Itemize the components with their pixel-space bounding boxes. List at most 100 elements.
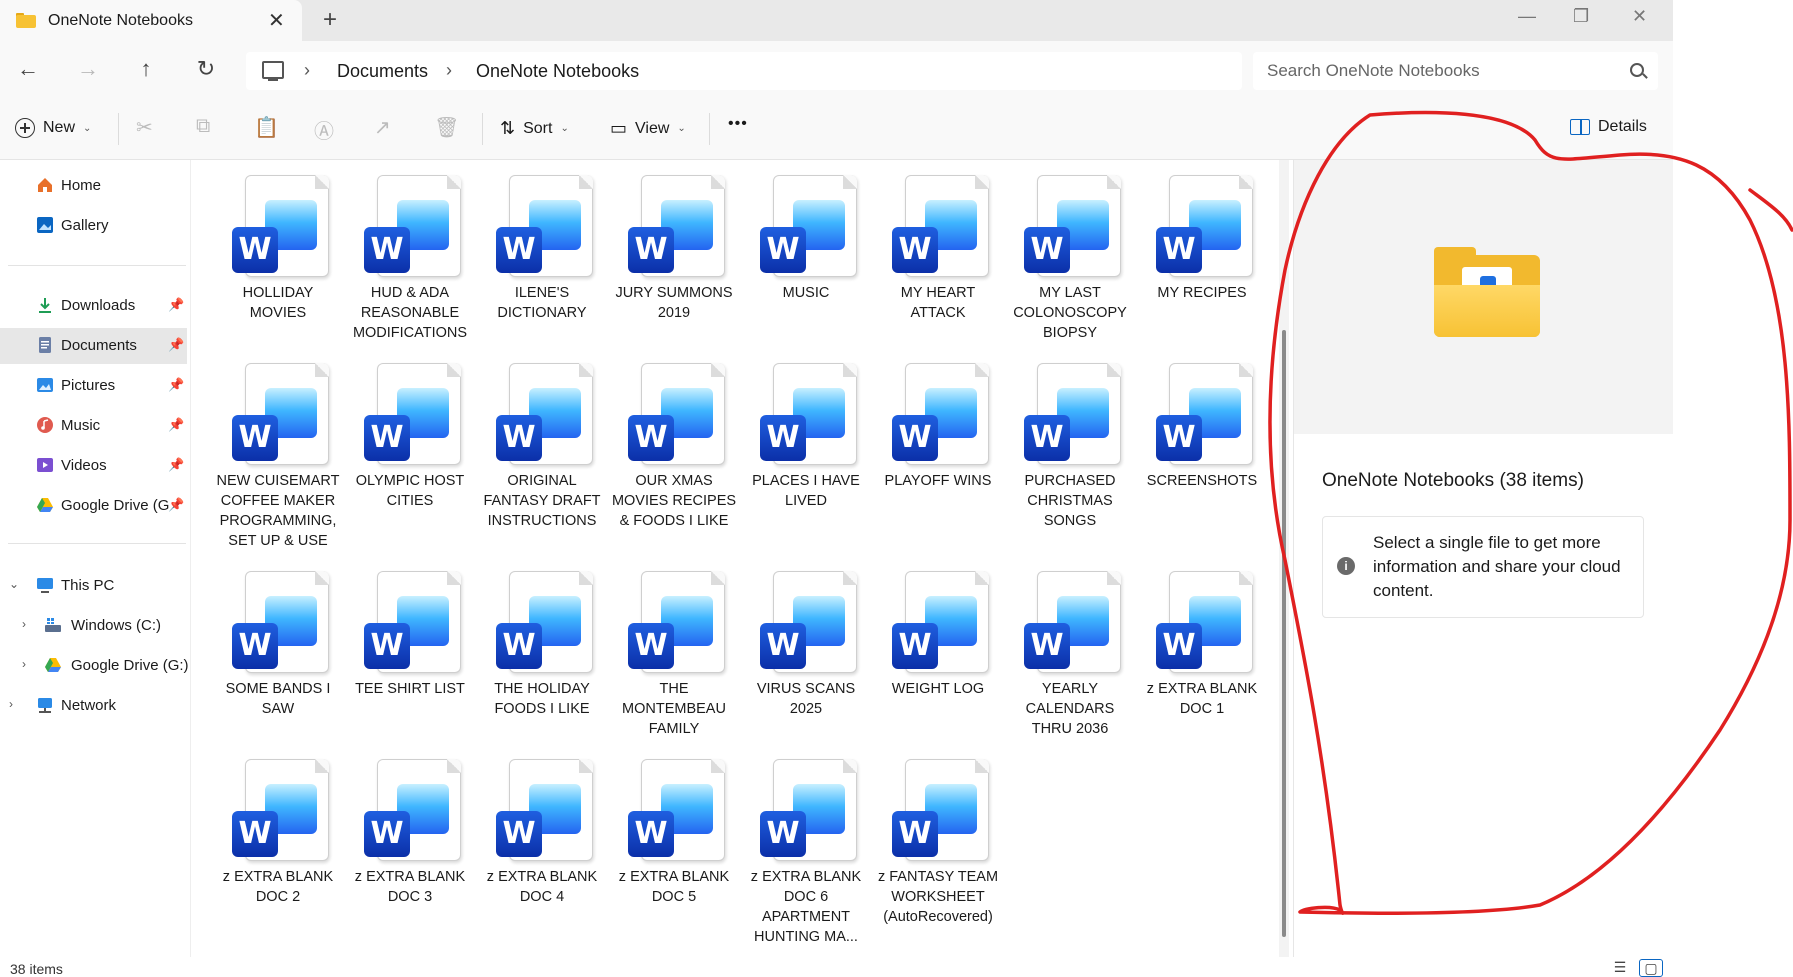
forward-button[interactable]: → xyxy=(73,56,103,82)
pin-icon[interactable]: 📌 xyxy=(168,337,184,353)
file-tile[interactable]: W NEW CUISEMART COFFEE MAKER PROGRAMMING,… xyxy=(213,353,343,549)
copy-icon[interactable]: ⧉ xyxy=(196,115,210,138)
details-button[interactable]: Details xyxy=(1570,118,1647,136)
sidebar-item-windows-c[interactable]: › Windows (C:) xyxy=(0,608,190,644)
view-icon: ▭ xyxy=(610,118,628,138)
delete-icon[interactable]: 🗑 xyxy=(434,115,459,140)
back-button[interactable]: ← xyxy=(13,56,43,82)
details-pane-icon xyxy=(1570,119,1590,135)
file-tile[interactable]: Wz EXTRA BLANK DOC 4 xyxy=(477,749,607,939)
sidebar-item-videos[interactable]: Videos 📌 xyxy=(0,448,190,484)
cut-icon[interactable]: ✂ xyxy=(136,115,153,140)
file-tile[interactable]: W MUSIC xyxy=(741,165,871,355)
new-button[interactable]: New ⌄ xyxy=(15,118,91,138)
scrollbar-thumb[interactable] xyxy=(1282,330,1286,937)
rename-icon[interactable]: Ⓐ xyxy=(314,115,334,144)
share-icon[interactable]: ↗ xyxy=(374,115,391,140)
sidebar-item-gallery[interactable]: Gallery xyxy=(0,208,190,244)
pin-icon[interactable]: 📌 xyxy=(168,377,184,393)
file-tile[interactable]: W HUD & ADA REASONABLE MODIFICATIONS xyxy=(345,165,475,355)
vertical-scrollbar[interactable] xyxy=(1279,160,1289,957)
sidebar-item-home[interactable]: Home xyxy=(0,168,190,204)
file-tile[interactable]: W YEARLY CALENDARS THRU 2036 xyxy=(1005,561,1135,751)
file-tile[interactable]: W ORIGINAL FANTASY DRAFT INSTRUCTIONS xyxy=(477,353,607,543)
details-view-button[interactable]: ☰ xyxy=(1609,959,1631,975)
file-name: z EXTRA BLANK DOC 1 xyxy=(1146,681,1258,717)
file-tile[interactable]: Wz EXTRA BLANK DOC 2 xyxy=(213,749,343,939)
chevron-right-icon[interactable]: › xyxy=(9,697,13,711)
sidebar-item-music[interactable]: Music 📌 xyxy=(0,408,190,444)
sidebar-item-pictures[interactable]: Pictures 📌 xyxy=(0,368,190,404)
file-tile[interactable]: W TEE SHIRT LIST xyxy=(345,561,475,751)
sort-button[interactable]: ⇅ Sort ⌄ xyxy=(500,118,569,139)
close-tab-icon[interactable]: ✕ xyxy=(268,8,285,33)
chevron-down-icon: ⌄ xyxy=(677,123,686,134)
file-tile[interactable]: Wz EXTRA BLANK DOC 5 xyxy=(609,749,739,939)
sidebar-item-google-drive-g[interactable]: › Google Drive (G:) xyxy=(0,648,190,684)
search-input[interactable] xyxy=(1265,60,1609,82)
word-logo-icon: W xyxy=(892,623,938,669)
file-tile[interactable]: W PURCHASED CHRISTMAS SONGS xyxy=(1005,353,1135,543)
up-button[interactable]: ↑ xyxy=(131,56,161,82)
pin-icon[interactable]: 📌 xyxy=(168,417,184,433)
breadcrumb-separator[interactable]: › xyxy=(446,60,452,81)
word-logo-icon: W xyxy=(760,415,806,461)
paste-icon[interactable]: 📋 xyxy=(254,115,279,140)
sidebar-item-downloads[interactable]: Downloads 📌 xyxy=(0,288,190,324)
chevron-right-icon[interactable]: › xyxy=(22,617,26,631)
file-tile[interactable]: W PLACES I HAVE LIVED xyxy=(741,353,871,543)
file-tile[interactable]: W MY HEART ATTACK xyxy=(873,165,1003,355)
breadcrumb-separator[interactable]: › xyxy=(304,60,310,81)
chevron-right-icon[interactable]: › xyxy=(22,657,26,671)
file-tile[interactable]: W ILENE'S DICTIONARY xyxy=(477,165,607,355)
file-tile[interactable]: W PLAYOFF WINS xyxy=(873,353,1003,543)
word-logo-icon: W xyxy=(364,811,410,857)
google-drive-icon xyxy=(37,498,53,512)
file-tile[interactable]: W MY LAST COLONOSCOPY BIOPSY xyxy=(1005,165,1135,355)
pin-icon[interactable]: 📌 xyxy=(168,497,184,513)
breadcrumb-onenote-notebooks[interactable]: OneNote Notebooks xyxy=(476,61,639,82)
file-tile[interactable]: W SCREENSHOTS xyxy=(1137,353,1267,543)
file-tile[interactable]: W WEIGHT LOG xyxy=(873,561,1003,751)
minimize-button[interactable]: — xyxy=(1518,6,1536,27)
sidebar-item-google-drive[interactable]: Google Drive (G 📌 xyxy=(0,488,190,524)
file-tile[interactable]: W OUR XMAS MOVIES RECIPES & FOODS I LIKE xyxy=(609,353,739,543)
address-bar[interactable]: › Documents › OneNote Notebooks xyxy=(246,52,1242,90)
large-icons-view-button[interactable]: ▢ xyxy=(1639,959,1663,977)
file-tile[interactable]: W OLYMPIC HOST CITIES xyxy=(345,353,475,543)
file-tile[interactable]: W THE HOLIDAY FOODS I LIKE xyxy=(477,561,607,751)
chevron-down-icon[interactable]: ⌄ xyxy=(9,577,19,591)
restore-button[interactable]: ❐ xyxy=(1573,6,1589,27)
file-tile[interactable]: Wz FANTASY TEAM WORKSHEET (AutoRecovered… xyxy=(873,749,1003,939)
new-tab-button[interactable]: + xyxy=(323,6,337,34)
file-name: MY RECIPES xyxy=(1157,285,1247,301)
file-tile[interactable]: W JURY SUMMONS 2019 xyxy=(609,165,739,355)
this-pc-icon[interactable] xyxy=(262,61,284,81)
file-tile[interactable]: W MY RECIPES xyxy=(1137,165,1267,355)
more-options-button[interactable]: ••• xyxy=(728,115,748,133)
file-tile[interactable]: Wz EXTRA BLANK DOC 3 xyxy=(345,749,475,939)
file-tile[interactable]: W HOLLIDAY MOVIES xyxy=(213,165,343,355)
breadcrumb-documents[interactable]: Documents xyxy=(337,61,428,82)
tab-onenote-notebooks[interactable]: OneNote Notebooks ✕ xyxy=(0,0,302,41)
chevron-down-icon: ⌄ xyxy=(83,122,92,134)
file-tile[interactable]: Wz EXTRA BLANK DOC 1 xyxy=(1137,561,1267,751)
file-name: NEW CUISEMART COFFEE MAKER PROGRAMMING, … xyxy=(216,473,340,549)
sidebar-item-documents[interactable]: Documents 📌 xyxy=(0,328,187,364)
view-button[interactable]: ▭ View ⌄ xyxy=(610,118,686,139)
file-name: HUD & ADA REASONABLE MODIFICATIONS xyxy=(352,285,468,341)
close-window-button[interactable]: ✕ xyxy=(1632,6,1647,27)
file-tile[interactable]: W THE MONTEMBEAU FAMILY xyxy=(609,561,739,751)
file-tile[interactable]: Wz EXTRA BLANK DOC 6 APARTMENT HUNTING M… xyxy=(741,749,871,945)
file-name: OUR XMAS MOVIES RECIPES & FOODS I LIKE xyxy=(611,473,737,529)
sidebar-item-network[interactable]: › Network xyxy=(0,688,190,724)
sidebar-item-this-pc[interactable]: ⌄ This PC xyxy=(0,568,190,604)
pin-icon[interactable]: 📌 xyxy=(168,457,184,473)
drive-c-icon xyxy=(45,618,61,632)
file-tile[interactable]: W SOME BANDS I SAW xyxy=(213,561,343,751)
search-icon[interactable] xyxy=(1630,63,1644,77)
pin-icon[interactable]: 📌 xyxy=(168,297,184,313)
refresh-button[interactable]: ↻ xyxy=(191,56,221,82)
search-box[interactable] xyxy=(1253,52,1658,90)
file-tile[interactable]: W VIRUS SCANS 2025 xyxy=(741,561,871,751)
